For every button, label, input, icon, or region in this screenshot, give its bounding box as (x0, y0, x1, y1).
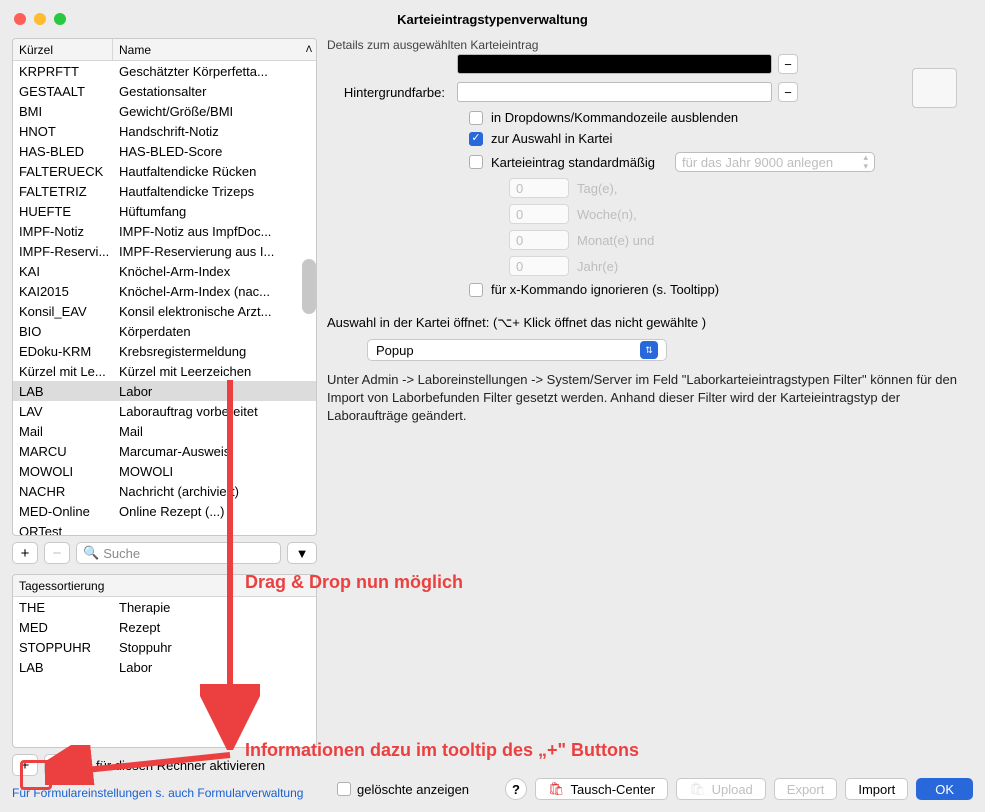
sort-remove-button[interactable]: − (44, 754, 70, 776)
tausch-center-button[interactable]: 🛍 Tausch-Center (535, 778, 668, 800)
table-row[interactable]: IMPF-NotizIMPF-Notiz aus ImpfDoc... (13, 221, 316, 241)
table-row[interactable]: ORTest (13, 521, 316, 535)
titlebar: Karteieintragstypenverwaltung (0, 0, 985, 38)
scrollbar-thumb[interactable] (302, 259, 316, 314)
table-row[interactable]: HUEFTEHüftumfang (13, 201, 316, 221)
sort-row[interactable]: LABLabor (13, 657, 316, 677)
opens-label: Auswahl in der Kartei öffnet: (⌥+ Klick … (327, 315, 973, 331)
info-text: Unter Admin -> Laboreinstellungen -> Sys… (327, 371, 973, 426)
standard-label: Karteieintrag standardmäßig (491, 155, 655, 170)
woche-input[interactable]: 0 (509, 204, 569, 224)
table-row[interactable]: KRPRFTTGeschätzter Körperfetta... (13, 61, 316, 81)
sort-list: Tagessortierung THETherapieMEDRezeptSTOP… (12, 574, 317, 748)
show-deleted-label: gelöschte anzeigen (357, 782, 469, 797)
tag-input[interactable]: 0 (509, 178, 569, 198)
bgcolor-label: Hintergrundfarbe: (327, 85, 457, 100)
select-kartei-checkbox[interactable] (469, 132, 483, 146)
tag-label: Tag(e), (577, 181, 617, 196)
table-row[interactable]: KAIKnöchel-Arm-Index (13, 261, 316, 281)
list-options-button[interactable]: ▼ (287, 542, 317, 564)
sort-row[interactable]: THETherapie (13, 597, 316, 617)
import-button[interactable]: Import (845, 778, 908, 800)
ignore-checkbox[interactable] (469, 283, 483, 297)
sort-row[interactable]: STOPPUHRStoppuhr (13, 637, 316, 657)
table-row[interactable]: BMIGewicht/Größe/BMI (13, 101, 316, 121)
upload-button[interactable]: 🛍 Upload (676, 778, 766, 800)
table-row[interactable]: GESTAALTGestationsalter (13, 81, 316, 101)
add-type-button[interactable]: + (12, 542, 38, 564)
bag-icon: 🛍 (689, 781, 706, 797)
hide-checkbox[interactable] (469, 111, 483, 125)
table-row[interactable]: BIOKörperdaten (13, 321, 316, 341)
table-row[interactable]: NACHRNachricht (archiviert) (13, 481, 316, 501)
background-color-input[interactable] (457, 82, 772, 102)
window-title: Karteieintragstypenverwaltung (0, 12, 985, 27)
table-row[interactable]: LAVLaborauftrag vorbereitet (13, 401, 316, 421)
open-behavior-select[interactable]: Popup ⇅ (367, 339, 667, 361)
bag-icon: 🛍 (548, 781, 565, 797)
search-icon: 🔍 (83, 545, 99, 561)
updown-icon: ▴▾ (864, 153, 869, 171)
sort-row[interactable]: MEDRezept (13, 617, 316, 637)
remove-type-button[interactable]: − (44, 542, 70, 564)
table-row[interactable]: HAS-BLEDHAS-BLED-Score (13, 141, 316, 161)
table-row[interactable]: Konsil_EAVKonsil elektronische Arzt... (13, 301, 316, 321)
clear-bgcolor-button[interactable]: − (778, 82, 798, 102)
table-row[interactable]: FALTETRIZHautfaltendicke Trizeps (13, 181, 316, 201)
ok-button[interactable]: OK (916, 778, 973, 800)
monat-label: Monat(e) und (577, 233, 654, 248)
table-row[interactable]: MailMail (13, 421, 316, 441)
table-row[interactable]: MED-OnlineOnline Rezept (...) (13, 501, 316, 521)
standard-checkbox[interactable] (469, 155, 483, 169)
col-kuerzel-header[interactable]: Kürzel (13, 39, 113, 60)
activate-label: für diesen Rechner aktivieren (96, 758, 265, 773)
jahr-input[interactable]: 0 (509, 256, 569, 276)
table-row[interactable]: KAI2015Knöchel-Arm-Index (nac... (13, 281, 316, 301)
hide-label: in Dropdowns/Kommandozeile ausblenden (491, 110, 738, 125)
search-input[interactable]: 🔍 Suche (76, 542, 281, 564)
color-swatch-box (912, 68, 957, 108)
monat-input[interactable]: 0 (509, 230, 569, 250)
window: Karteieintragstypenverwaltung Kürzel Nam… (0, 0, 985, 812)
clear-textcolor-button[interactable]: − (778, 54, 798, 74)
sort-header[interactable]: Tagessortierung (13, 575, 316, 596)
activate-checkbox[interactable] (76, 758, 90, 772)
help-button[interactable]: ? (505, 778, 527, 800)
table-row[interactable]: MARCUMarcumar-Ausweis (13, 441, 316, 461)
show-deleted-checkbox[interactable] (337, 782, 351, 796)
sort-indicator-icon: ᐱ (306, 44, 312, 55)
table-row[interactable]: LABLabor (13, 381, 316, 401)
sort-add-button[interactable]: + (12, 754, 38, 776)
table-row[interactable]: Kürzel mit Le...Kürzel mit Leerzeichen (13, 361, 316, 381)
year-select[interactable]: für das Jahr 9000 anlegen ▴▾ (675, 152, 875, 172)
table-row[interactable]: HNOTHandschrift-Notiz (13, 121, 316, 141)
table-row[interactable]: IMPF-Reservi...IMPF-Reservierung aus I..… (13, 241, 316, 261)
jahr-label: Jahr(e) (577, 259, 618, 274)
col-name-header[interactable]: Name ᐱ (113, 43, 316, 57)
select-kartei-label: zur Auswahl in Kartei (491, 131, 612, 146)
updown-icon: ⇅ (640, 341, 658, 359)
woche-label: Woche(n), (577, 207, 637, 222)
text-color-input[interactable] (457, 54, 772, 74)
table-row[interactable]: MOWOLIMOWOLI (13, 461, 316, 481)
table-row[interactable]: EDoku-KRMKrebsregistermeldung (13, 341, 316, 361)
ignore-label: für x-Kommando ignorieren (s. Tooltipp) (491, 282, 719, 297)
type-list: Kürzel Name ᐱ KRPRFTTGeschätzter Körperf… (12, 38, 317, 536)
export-button[interactable]: Export (774, 778, 838, 800)
table-row[interactable]: FALTERUECKHautfaltendicke Rücken (13, 161, 316, 181)
